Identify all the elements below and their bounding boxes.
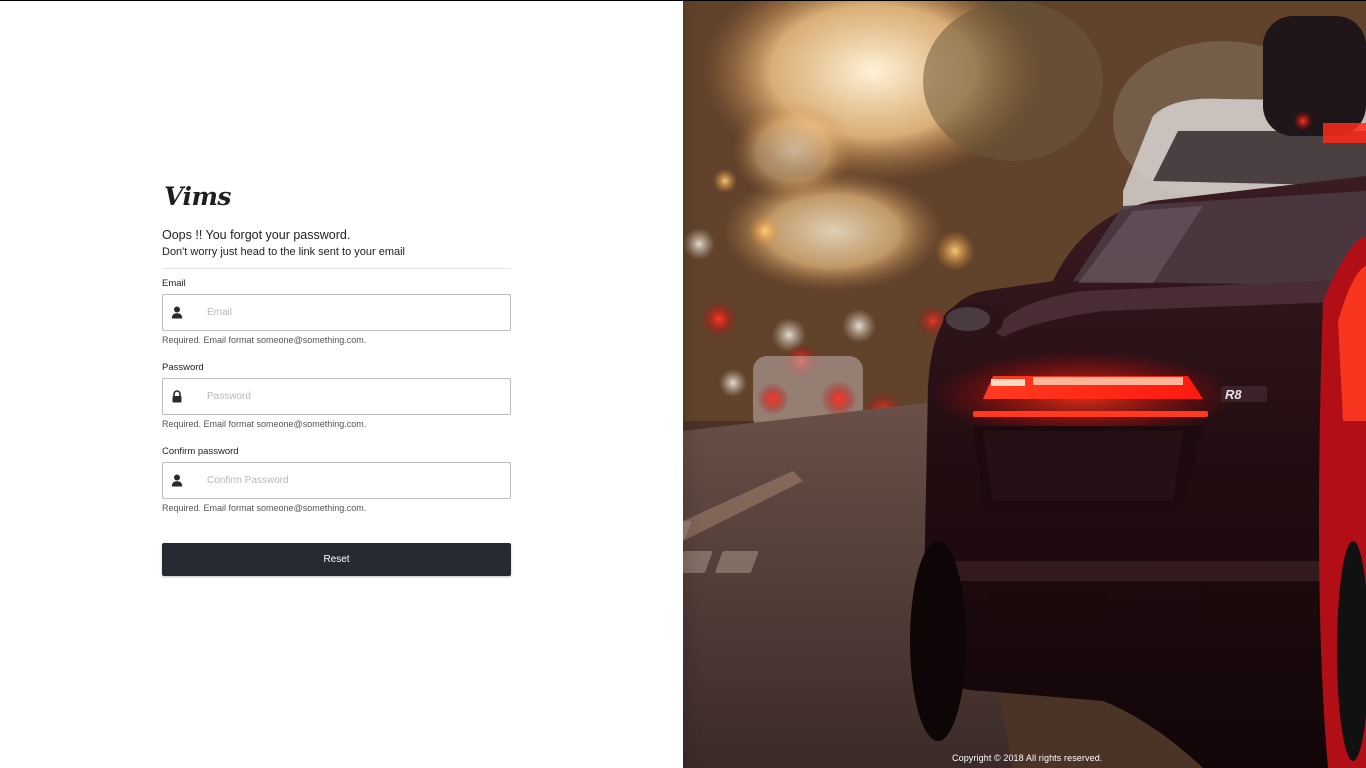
reset-button[interactable]: Reset (162, 543, 511, 576)
email-label: Email (162, 278, 186, 289)
form-panel: Vims Oops !! You forgot your password. D… (0, 1, 683, 768)
background-image-panel: R8 Copyright © 2018 All rights reserved. (683, 1, 1366, 768)
brand-logo: Vims (164, 182, 231, 211)
copyright-text: Copyright © 2018 All rights reserved. (952, 753, 1103, 763)
email-input-box[interactable] (162, 294, 511, 331)
forgot-password-page: Vims Oops !! You forgot your password. D… (0, 0, 1366, 768)
email-field-group: Email Required. Email format someone@som… (162, 278, 511, 346)
password-label: Password (162, 362, 204, 373)
password-field-group: Password Required. Email format someone@… (162, 362, 511, 430)
confirm-password-field-group: Confirm password Required. Email format … (162, 446, 511, 514)
email-help-text: Required. Email format someone@something… (162, 335, 367, 345)
confirm-password-help-text: Required. Email format someone@something… (162, 503, 367, 513)
confirm-password-input-box[interactable] (162, 462, 511, 499)
password-help-text: Required. Email format someone@something… (162, 419, 367, 429)
user-icon (171, 306, 183, 319)
lock-icon (172, 390, 182, 403)
divider (162, 268, 511, 269)
reset-password-form: Vims Oops !! You forgot your password. D… (162, 181, 511, 576)
confirm-password-input[interactable] (207, 463, 497, 498)
password-input-box[interactable] (162, 378, 511, 415)
svg-text:R8: R8 (1225, 387, 1242, 402)
form-heading: Oops !! You forgot your password. (162, 228, 351, 242)
password-input[interactable] (207, 379, 497, 414)
email-input[interactable] (207, 295, 497, 330)
form-subheading: Don't worry just head to the link sent t… (162, 246, 405, 258)
user-icon (171, 474, 183, 487)
red-sports-car-rear-view-icon: R8 (683, 1, 1366, 768)
confirm-password-label: Confirm password (162, 446, 239, 457)
